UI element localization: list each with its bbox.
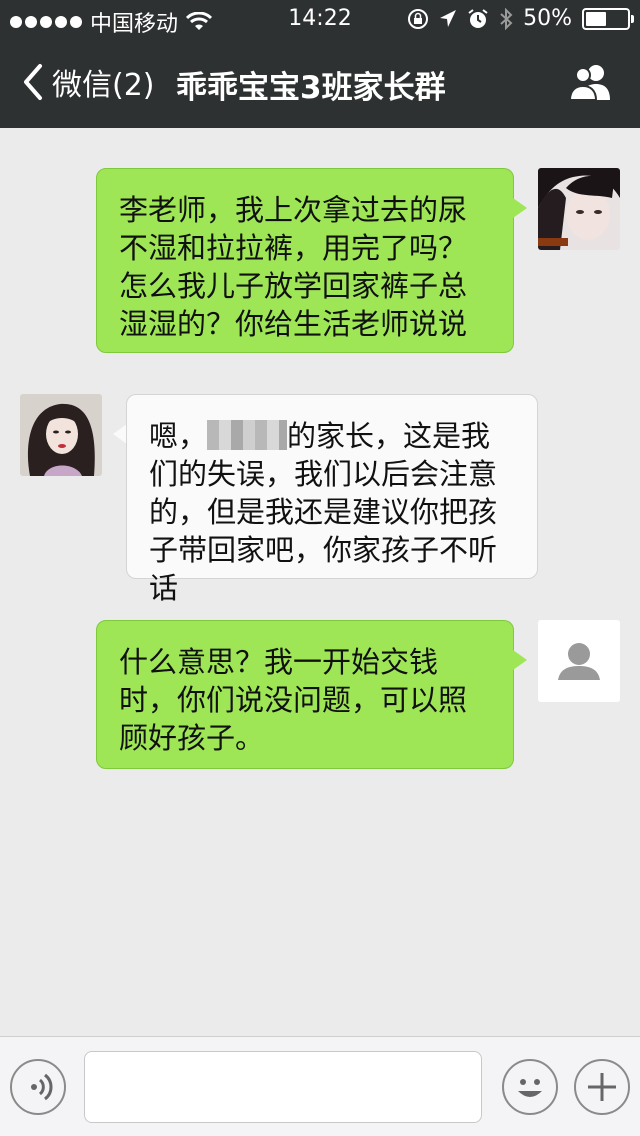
status-bar: 中国移动 14:22 50% xyxy=(0,0,640,40)
battery-icon xyxy=(582,7,634,30)
alarm-icon xyxy=(468,8,488,28)
message-text: 什么意思？我一开始交钱时，你们说没问题，可以照顾好孩子。 xyxy=(119,645,468,755)
back-label: 微信(2) xyxy=(52,68,155,103)
message-text-start: 嗯， xyxy=(149,419,208,453)
default-user-icon xyxy=(538,620,620,702)
status-right: 50% xyxy=(407,6,634,31)
voice-button[interactable] xyxy=(10,1059,66,1115)
chat-title: 乖乖宝宝3班家长群 xyxy=(176,70,446,106)
battery-percent: 50% xyxy=(523,6,572,31)
back-chevron-icon xyxy=(24,64,42,100)
group-members-icon[interactable] xyxy=(568,62,614,102)
bubble-tail xyxy=(513,650,527,670)
bluetooth-icon xyxy=(500,7,513,30)
nav-bar: 微信(2) 乖乖宝宝3班家长群 xyxy=(0,40,640,128)
avatar-default[interactable] xyxy=(538,620,620,702)
back-button[interactable]: 微信(2) xyxy=(18,60,155,104)
input-bar xyxy=(0,1036,640,1136)
message-bubble-outgoing[interactable]: 什么意思？我一开始交钱时，你们说没问题，可以照顾好孩子。 xyxy=(96,620,514,769)
avatar-photo xyxy=(538,168,620,250)
redacted-name xyxy=(207,420,288,450)
bubble-tail xyxy=(113,424,127,444)
message-text: 李老师，我上次拿过去的尿不湿和拉拉裤，用完了吗？怎么我儿子放学回家裤子总湿湿的？… xyxy=(119,193,468,341)
top-bar: 中国移动 14:22 50% 微信(2) 乖乖宝宝3班家长群 xyxy=(0,0,640,128)
lock-rotation-icon xyxy=(408,8,429,29)
avatar-self[interactable] xyxy=(538,168,620,250)
voice-icon xyxy=(31,1073,53,1101)
message-bubble-outgoing[interactable]: 李老师，我上次拿过去的尿不湿和拉拉裤，用完了吗？怎么我儿子放学回家裤子总湿湿的？… xyxy=(96,168,514,353)
plus-icon xyxy=(588,1073,616,1101)
more-button[interactable] xyxy=(574,1059,630,1115)
avatar-teacher[interactable] xyxy=(20,394,102,476)
bubble-tail xyxy=(513,198,527,218)
message-input[interactable] xyxy=(84,1051,482,1123)
message-bubble-incoming[interactable]: 嗯， 的家长，这是我们的失误，我们以后会注意的，但是我还是建议你把孩子带回家吧，你… xyxy=(126,394,538,605)
emoji-icon xyxy=(518,1079,542,1097)
location-arrow-icon xyxy=(440,9,457,27)
battery-fill xyxy=(586,11,606,26)
avatar-photo xyxy=(20,394,102,476)
emoji-button[interactable] xyxy=(502,1059,558,1115)
